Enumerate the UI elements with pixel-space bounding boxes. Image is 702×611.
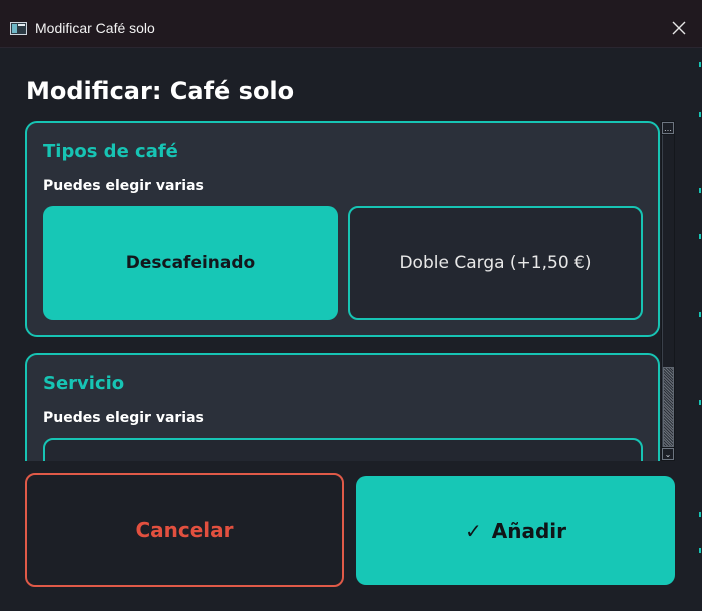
option-label: Descafeinado [125,253,256,273]
close-icon [672,21,686,35]
vertical-scrollbar[interactable]: … ⌄ [661,121,675,461]
option-servicio-partial[interactable] [43,438,643,461]
scroll-down-arrow-icon[interactable]: ⌄ [662,448,674,460]
group-title: Tipos de café [43,141,178,162]
edge-accent [699,188,701,193]
edge-accent [699,548,701,553]
edge-accent [699,400,701,405]
option-doble-carga[interactable]: Doble Carga (+1,50 €) [348,206,643,320]
edge-accent [699,234,701,239]
check-icon: ✓ [464,518,482,543]
app-window-icon [10,22,27,35]
page-title: Modificar: Café solo [26,77,295,105]
close-button[interactable] [666,15,692,41]
cancel-label: Cancelar [135,518,234,542]
group-tipos-de-cafe: Tipos de café Puedes elegir varias Desca… [25,121,660,337]
group-subtitle: Puedes elegir varias [43,410,204,426]
window-titlebar: Modificar Café solo [0,0,702,48]
edge-accent [699,112,701,117]
scroll-up-arrow-icon[interactable]: … [662,122,674,134]
option-descafeinado[interactable]: Descafeinado [43,206,338,320]
edge-accent [699,512,701,517]
scroll-thumb[interactable] [663,367,674,447]
group-title: Servicio [43,373,125,394]
group-servicio: Servicio Puedes elegir varias [25,353,660,461]
options-scroll-area[interactable]: Tipos de café Puedes elegir varias Desca… [25,121,661,461]
add-button[interactable]: ✓ Añadir [356,476,675,585]
window-title: Modificar Café solo [35,20,155,36]
group-subtitle: Puedes elegir varias [43,178,204,194]
add-label: Añadir [491,518,566,543]
edge-accent [699,312,701,317]
cancel-button[interactable]: Cancelar [25,473,344,587]
edge-accent [699,62,701,67]
option-label: Doble Carga (+1,50 €) [399,253,592,273]
